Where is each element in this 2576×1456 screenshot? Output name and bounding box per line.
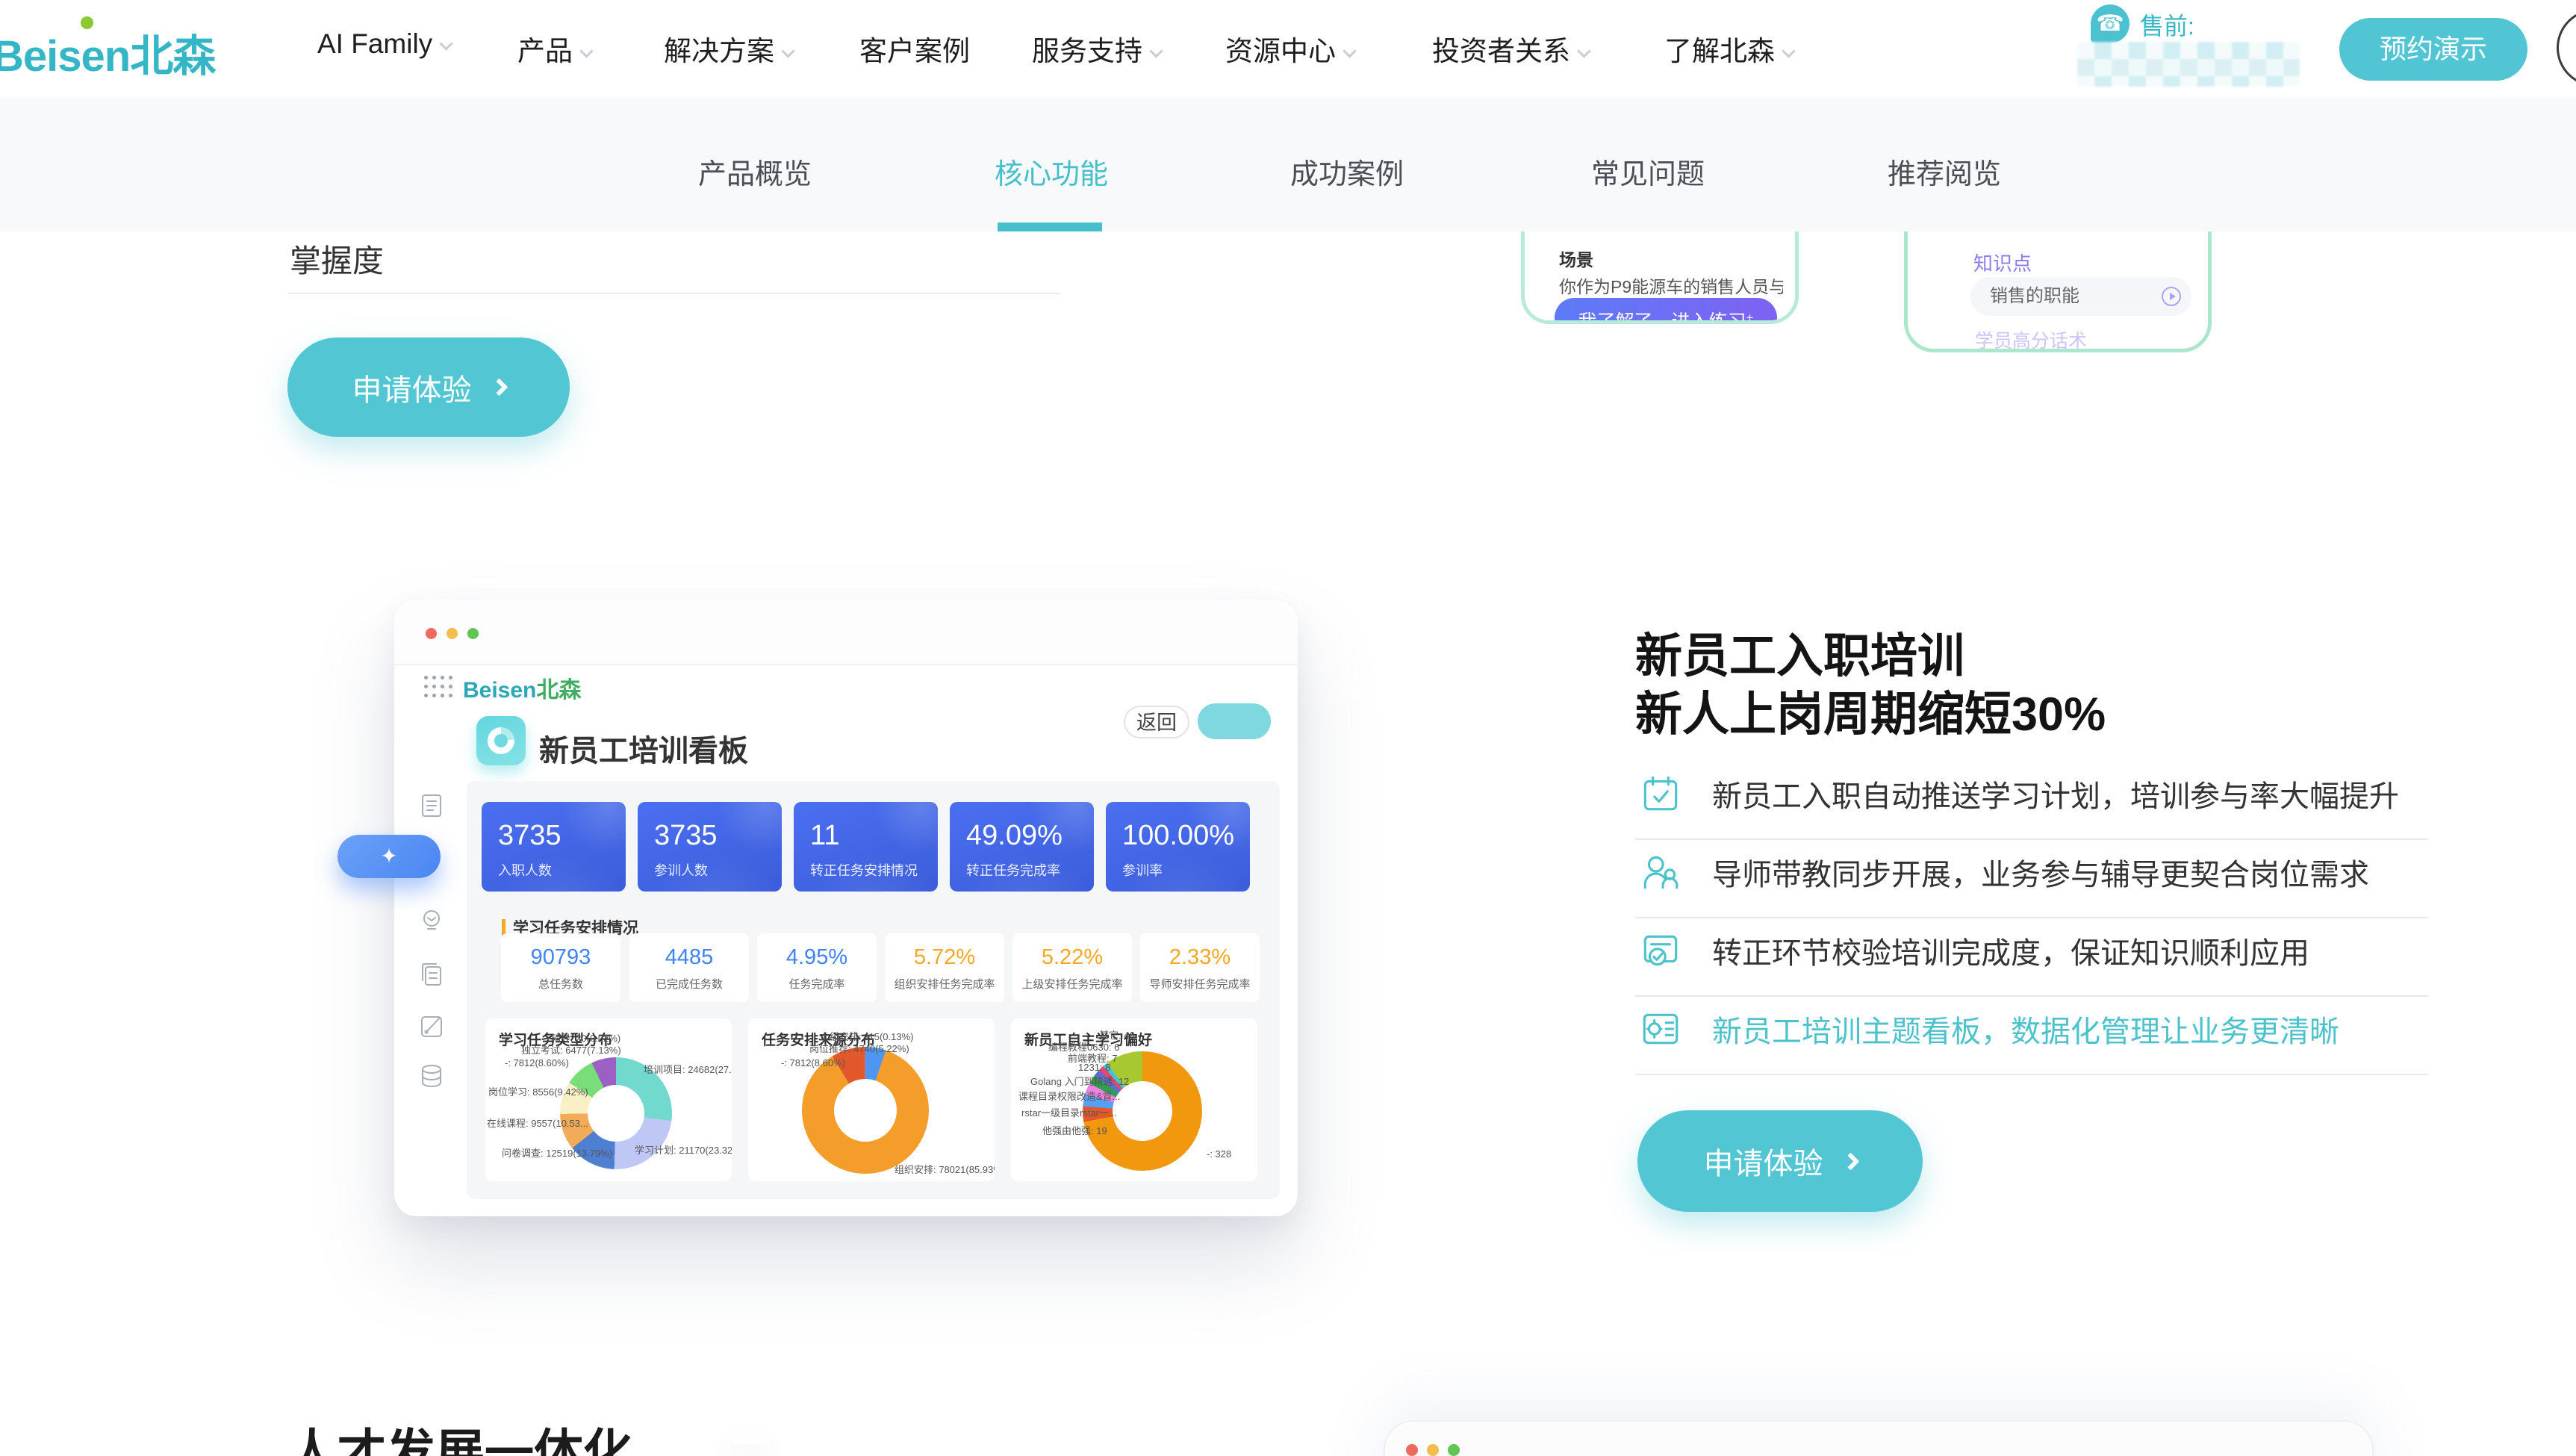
mini-stat-card: 2.33%导师安排任务完成率 (1140, 933, 1260, 1002)
next-section-window (1384, 1420, 2374, 1456)
chart-card-task-types: 学习任务类型分布 辅导: 20(0.02%) 独立考试: 6477(7.13%)… (485, 1018, 732, 1181)
window-close-icon[interactable] (426, 628, 437, 639)
nav-item-products[interactable]: 产品 (517, 28, 591, 69)
next-section-heading: 人才发展一体化 (287, 1413, 632, 1456)
sparkle-icon: + (1746, 311, 1754, 324)
apply-trial-button[interactable]: 申请体验 (1637, 1110, 1923, 1212)
window-zoom-icon[interactable] (467, 628, 479, 639)
avatar (1979, 350, 2005, 352)
chevron-down-icon (439, 37, 452, 50)
app-grid-icon[interactable] (424, 676, 454, 700)
phone-icon: ☎ (2091, 4, 2129, 43)
stat-tile: 11转正任务安排情况 (794, 802, 938, 892)
dashboard-window: Beisen北森 新员工培训看板 返回 3735入职人数 3735参训人数 11… (394, 600, 1298, 1216)
play-icon[interactable] (2162, 287, 2181, 306)
arrow-right-icon (490, 378, 508, 396)
knowledge-title: 知识点 (1973, 249, 2032, 276)
scene-body: 你作为P9能源车的销售人员与潜在客户的初次接 (1559, 273, 1783, 298)
divider (287, 293, 1060, 294)
calendar-check-icon (1639, 772, 1682, 815)
apply-trial-button[interactable]: 申请体验 (287, 337, 570, 437)
active-tab-underline (998, 223, 1102, 231)
tab-success-cases[interactable]: 成功案例 (1290, 151, 1404, 192)
nav-item-service-support[interactable]: 服务支持 (1032, 28, 1161, 69)
mentor-users-icon (1639, 850, 1682, 894)
nav-item-ai-family[interactable]: AI Family (317, 28, 451, 60)
feature-item: 新员工入职自动推送学习计划，培训参与率大幅提升 (1639, 772, 2430, 815)
knowledge-field[interactable]: 销售的职能 (1970, 277, 2191, 316)
arrow-right-icon (1841, 1152, 1859, 1170)
nav-item-resource-center[interactable]: 资源中心 (1225, 28, 1354, 69)
tab-core-features[interactable]: 核心功能 (995, 151, 1108, 192)
stat-tile: 49.09%转正任务完成率 (950, 802, 1094, 892)
chevron-down-icon (1149, 44, 1163, 57)
lightbulb-icon[interactable] (417, 906, 447, 936)
magic-star-icon: ✦ (380, 846, 397, 867)
brand-logo[interactable]: Beisen北森 (0, 21, 215, 84)
mini-stat-card: 4.95%任务完成率 (757, 933, 877, 1002)
chevron-down-icon (1577, 44, 1590, 57)
edit-icon[interactable] (417, 1010, 447, 1040)
mini-stat-card: 5.72%组织安排任务完成率 (885, 933, 1004, 1002)
feature-item: 转正环节校验培训完成度，保证知识顺利应用 (1639, 929, 2430, 972)
brand-logo-dot (81, 16, 93, 29)
nav-item-customer-cases[interactable]: 客户案例 (859, 28, 970, 69)
dashboard-logo: Beisen北森 (463, 671, 581, 704)
stat-tile: 3735入职人数 (482, 802, 626, 892)
search-icon[interactable] (2557, 9, 2576, 87)
chart-card-learning-preference: 新员工自主学习偏好 其它: 46 编程教程0630: 6 前端教程: 7 123… (1011, 1018, 1257, 1181)
brand-logo-en: Beisen (0, 32, 130, 81)
stat-tile: 100.00%参训率 (1106, 802, 1250, 892)
window-close-icon (1406, 1444, 1418, 1456)
brand-logo-cn: 北森 (130, 32, 215, 81)
chevron-down-icon (1782, 44, 1795, 57)
chevron-down-icon (579, 44, 593, 57)
dashboard-title: 新员工培训看板 (539, 727, 748, 770)
knowledge-subtitle: 学员高分话术 (1975, 326, 2087, 352)
page: Beisen北森 AI Family 产品 解决方案 客户案例 服务支持 资源中… (0, 0, 2576, 1456)
nav-item-about-beisen[interactable]: 了解北森 (1664, 28, 1793, 69)
mini-stat-card: 5.22%上级安排任务完成率 (1012, 933, 1132, 1002)
dashboard-settings-icon (1639, 1007, 1682, 1051)
tab-product-overview[interactable]: 产品概览 (698, 151, 812, 192)
window-zoom-icon (1448, 1444, 1460, 1456)
mini-stat-card: 4485已完成任务数 (629, 933, 749, 1002)
window-minimize-icon (1427, 1444, 1439, 1456)
divider (1635, 839, 2428, 840)
feature-heading-line2: 新人上岗周期缩短30% (1635, 676, 2106, 744)
stat-tile: 3735参训人数 (638, 802, 782, 892)
mini-stat-card: 90793总任务数 (501, 933, 620, 1002)
enter-practice-button[interactable]: 我了解了，进入练习+ (1555, 298, 1777, 324)
feature-item: 新员工培训主题看板，数据化管理让业务更清晰 (1639, 1007, 2430, 1051)
nav-item-solutions[interactable]: 解决方案 (664, 28, 793, 69)
database-icon[interactable] (417, 1061, 447, 1091)
tab-faq[interactable]: 常见问题 (1591, 151, 1705, 192)
presale-label: 售前: (2140, 7, 2194, 42)
window-minimize-icon[interactable] (447, 628, 458, 639)
book-demo-button[interactable]: 预约演示 (2339, 18, 2527, 81)
chart-card-task-sources: 任务安排来源分布 上级安排: 115(0.13%) 岗位推荐: 4740(5.2… (748, 1018, 995, 1181)
copy-pages-icon[interactable] (417, 959, 447, 989)
pill-dash (732, 1434, 766, 1444)
primary-action-pill[interactable] (1198, 703, 1271, 739)
divider (1635, 917, 2428, 918)
ai-assistant-button[interactable]: ✦ (337, 835, 441, 878)
chevron-down-icon (1343, 44, 1356, 57)
feature-item: 导师带教同步开展，业务参与辅导更契合岗位需求 (1639, 850, 2430, 894)
window-titlebar (394, 600, 1298, 665)
back-button[interactable]: 返回 (1124, 706, 1189, 738)
chevron-down-icon (781, 44, 794, 57)
residual-text: 掌握度 (290, 236, 384, 281)
divider (1635, 995, 2428, 997)
top-nav: Beisen北森 AI Family 产品 解决方案 客户案例 服务支持 资源中… (0, 0, 2576, 97)
verify-card-icon (1639, 929, 1682, 972)
nav-item-investor-relations[interactable]: 投资者关系 (1432, 28, 1589, 69)
tab-recommended-reading[interactable]: 推荐阅览 (1888, 151, 2001, 192)
divider (1635, 1074, 2428, 1075)
report-list-icon[interactable] (417, 790, 447, 820)
scene-title: 场景 (1559, 246, 1593, 271)
phone-number-blurred (2077, 42, 2300, 87)
pie-chart-icon (476, 716, 526, 765)
section-tabs: 产品概览 核心功能 成功案例 常见问题 推荐阅览 (0, 97, 2576, 231)
